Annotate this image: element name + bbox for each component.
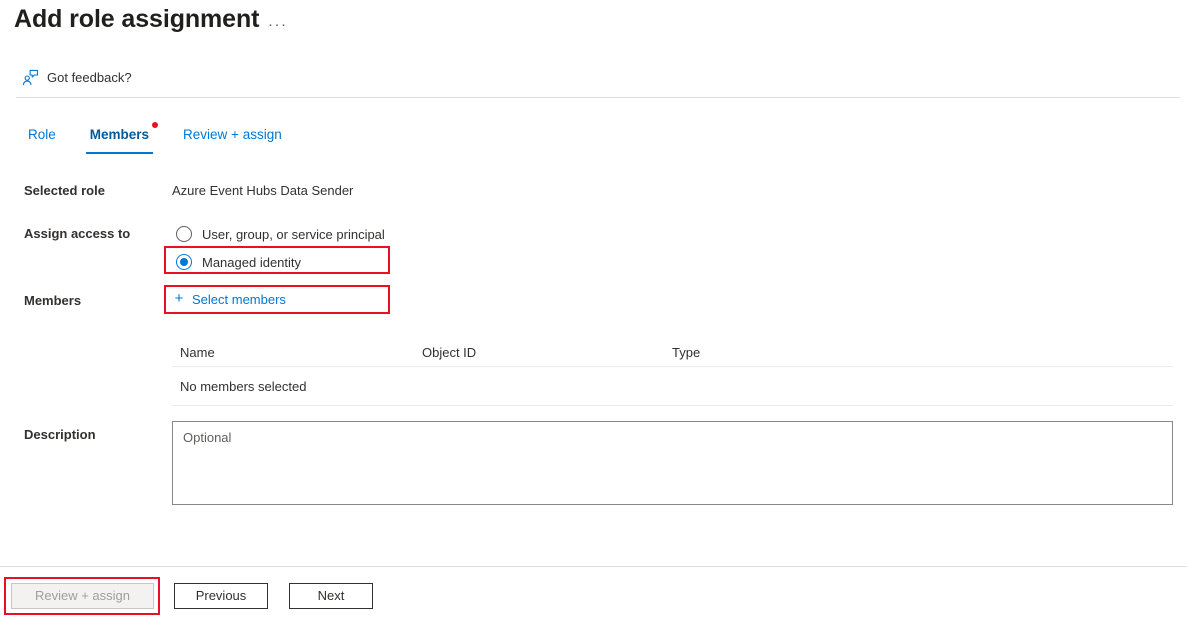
tab-members[interactable]: Members: [82, 124, 157, 150]
next-button[interactable]: Next: [289, 583, 373, 609]
previous-button[interactable]: Previous: [174, 583, 268, 609]
page-title: Add role assignment: [14, 5, 259, 34]
tab-role-label: Role: [28, 127, 56, 142]
description-label: Description: [24, 427, 96, 442]
tab-review-assign[interactable]: Review + assign: [175, 124, 290, 150]
assign-access-to-radio-group: User, group, or service principal Manage…: [172, 222, 385, 274]
wizard-tabs: Role Members Review + assign: [20, 124, 308, 154]
footer-divider: [0, 566, 1187, 567]
tab-role[interactable]: Role: [20, 124, 64, 150]
page-header: Add role assignment ···: [0, 0, 1187, 50]
selected-role-value: Azure Event Hubs Data Sender: [172, 183, 353, 198]
radio-user-group-service-principal[interactable]: User, group, or service principal: [172, 222, 385, 246]
members-label: Members: [24, 293, 81, 308]
radio-managed-identity-label: Managed identity: [202, 255, 301, 270]
column-header-type: Type: [672, 345, 922, 360]
header-divider: [16, 97, 1180, 98]
description-input[interactable]: [172, 421, 1173, 505]
radio-managed-identity[interactable]: Managed identity: [172, 250, 385, 274]
select-members-label: Select members: [192, 292, 286, 307]
feedback-person-icon: [22, 69, 39, 86]
tab-members-badge-dot: [152, 122, 158, 128]
column-header-name: Name: [172, 345, 422, 360]
command-bar: Got feedback?: [0, 62, 1187, 97]
selected-role-label: Selected role: [24, 183, 105, 198]
select-members-button[interactable]: + Select members: [172, 288, 290, 310]
more-menu-icon[interactable]: ···: [264, 13, 292, 37]
got-feedback-button[interactable]: Got feedback?: [18, 62, 136, 92]
members-table-header: Name Object ID Type: [172, 338, 1173, 367]
no-members-selected-message: No members selected: [172, 379, 306, 394]
column-header-object-id: Object ID: [422, 345, 672, 360]
radio-user-group-service-principal-label: User, group, or service principal: [202, 227, 385, 242]
tab-members-label: Members: [90, 127, 149, 142]
members-table: Name Object ID Type No members selected: [172, 338, 1173, 406]
assign-access-to-label: Assign access to: [24, 226, 130, 241]
radio-unchecked-icon: [176, 226, 192, 242]
tab-review-assign-label: Review + assign: [183, 127, 282, 142]
plus-icon: +: [172, 292, 186, 306]
table-row-empty: No members selected: [172, 367, 1173, 406]
review-assign-button[interactable]: Review + assign: [11, 583, 154, 609]
got-feedback-label: Got feedback?: [47, 70, 132, 85]
radio-checked-icon: [176, 254, 192, 270]
